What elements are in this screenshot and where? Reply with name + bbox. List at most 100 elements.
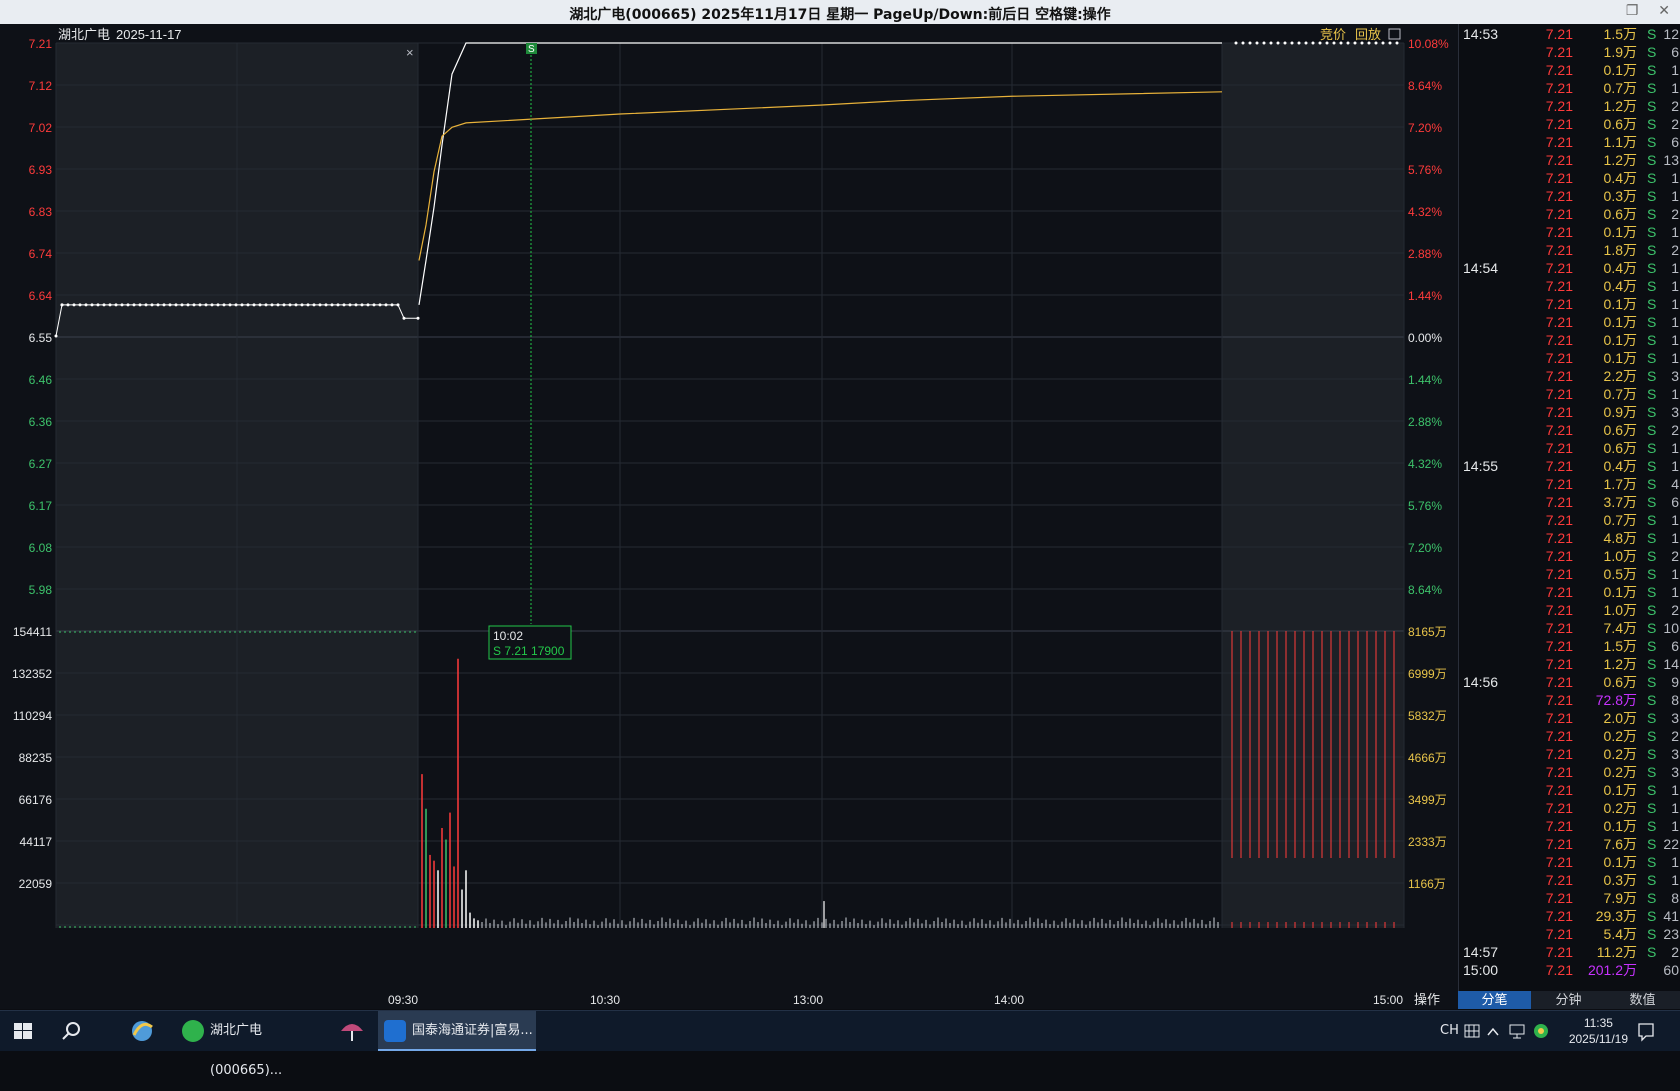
tick-price: 7.21 xyxy=(1545,674,1573,690)
window-title: 湖北广电(000665) 2025年11月17日 星期一 PageUp/Down… xyxy=(569,7,1111,23)
tick-price: 7.21 xyxy=(1545,656,1573,672)
price-axis-label: 6.17 xyxy=(29,499,53,513)
keyboard-icon[interactable] xyxy=(1464,1011,1480,1051)
tick-count: 2 xyxy=(1671,116,1679,132)
tick-price: 7.21 xyxy=(1545,134,1573,150)
tick-count: 9 xyxy=(1671,674,1679,690)
tick-volume: 0.9万 xyxy=(1603,404,1637,420)
premarket-point xyxy=(192,303,196,307)
tick-row: 7.21 29.3万 S 41 xyxy=(1459,907,1680,925)
notification-icon[interactable] xyxy=(1636,1011,1656,1051)
tick-volume: 1.2万 xyxy=(1603,152,1637,168)
tick-price: 7.21 xyxy=(1545,908,1573,924)
search-icon[interactable] xyxy=(60,1011,84,1051)
tick-price: 7.21 xyxy=(1545,404,1573,420)
premarket-point xyxy=(330,303,334,307)
tick-count: 6 xyxy=(1671,44,1679,60)
intraday-chart[interactable]: 7.21 7.12 7.02 6.93 6.83 6.74 6.64 6.55 6.46 6.36… xyxy=(0,24,1458,1009)
tick-row: 7.21 0.2万 S 1 xyxy=(1459,799,1680,817)
replay-button[interactable]: 回放 xyxy=(1355,27,1381,42)
tick-row: 7.21 3.7万 S 6 xyxy=(1459,493,1680,511)
tick-count: 1 xyxy=(1671,296,1679,312)
premarket-point xyxy=(132,303,136,307)
tab-tick[interactable]: 分笔 xyxy=(1458,991,1531,1009)
tick-price: 7.21 xyxy=(1545,530,1573,546)
tick-count: 1 xyxy=(1671,188,1679,204)
tick-price: 7.21 xyxy=(1545,170,1573,186)
pct-axis-label: 7.20% xyxy=(1408,541,1442,555)
premarket-point xyxy=(204,303,208,307)
clock-date: 2025/11/19 xyxy=(1568,1032,1628,1046)
volume-amount-label: 4666万 xyxy=(1408,751,1447,765)
taskbar: 湖北广电(000665)... 国泰海通证券|富易... CH 11:35 20… xyxy=(0,1010,1680,1078)
window-titlebar: 湖北广电(000665) 2025年11月17日 星期一 PageUp/Down… xyxy=(0,0,1680,25)
action-label[interactable]: 操作 xyxy=(1414,992,1440,1007)
premarket-point xyxy=(372,303,376,307)
tick-price: 7.21 xyxy=(1545,800,1573,816)
volume-axis-label: 154411 xyxy=(13,625,52,639)
tick-row: 7.21 0.7万 S 1 xyxy=(1459,385,1680,403)
tick-price: 7.21 xyxy=(1545,314,1573,330)
tick-row: 7.21 0.6万 S 1 xyxy=(1459,439,1680,457)
tick-price: 7.21 xyxy=(1545,944,1573,960)
volume-axis-label: 88235 xyxy=(19,751,53,765)
bid-button[interactable]: 竞价 xyxy=(1320,27,1346,42)
taskbar-app-stock[interactable]: 湖北广电(000665)... xyxy=(176,1011,324,1078)
closing-point xyxy=(1283,41,1287,45)
tick-volume: 1.0万 xyxy=(1603,602,1637,618)
window-controls: ❐ ✕ xyxy=(1610,2,1670,19)
tick-volume: 0.2万 xyxy=(1603,764,1637,780)
tick-row: 7.21 2.2万 S 3 xyxy=(1459,367,1680,385)
stock-name: 湖北广电 xyxy=(58,27,110,42)
tick-row: 7.21 0.1万 S 1 xyxy=(1459,331,1680,349)
tab-value[interactable]: 数值 xyxy=(1606,991,1679,1009)
closing-point xyxy=(1269,41,1273,45)
umbrella-app-icon[interactable] xyxy=(338,1011,366,1051)
tick-volume: 0.3万 xyxy=(1603,872,1637,888)
closing-point xyxy=(1381,41,1385,45)
chevron-up-icon[interactable] xyxy=(1486,1011,1500,1051)
network-icon[interactable] xyxy=(1508,1011,1526,1051)
tick-price: 7.21 xyxy=(1545,494,1573,510)
tick-volume: 0.1万 xyxy=(1603,350,1637,366)
restore-icon[interactable]: ❐ xyxy=(1626,2,1639,18)
premarket-point xyxy=(264,303,268,307)
tick-row: 7.21 1.7万 S 4 xyxy=(1459,475,1680,493)
tick-count: 1 xyxy=(1671,80,1679,96)
tick-count: 14 xyxy=(1663,656,1679,672)
tick-price: 7.21 xyxy=(1545,260,1573,276)
tick-row: 7.21 0.1万 S 1 xyxy=(1459,817,1680,835)
security-tray-icon[interactable] xyxy=(1532,1011,1550,1051)
clock-time: 11:35 xyxy=(1583,1016,1613,1030)
pinned-app-icon[interactable] xyxy=(128,1011,156,1051)
tick-price: 7.21 xyxy=(1545,620,1573,636)
close-premarket-icon[interactable]: × xyxy=(406,45,414,60)
premarket-point xyxy=(186,303,190,307)
tick-count: 1 xyxy=(1671,782,1679,798)
premarket-point xyxy=(336,303,340,307)
tab-minute[interactable]: 分钟 xyxy=(1532,991,1605,1009)
tick-volume: 1.5万 xyxy=(1603,26,1637,42)
close-icon[interactable]: ✕ xyxy=(1658,2,1670,18)
tick-price: 7.21 xyxy=(1545,296,1573,312)
tick-volume: 1.2万 xyxy=(1603,656,1637,672)
tick-row: 7.21 7.6万 S 22 xyxy=(1459,835,1680,853)
tick-count: 2 xyxy=(1671,728,1679,744)
tick-row: 7.21 0.1万 S 1 xyxy=(1459,295,1680,313)
tick-count: 8 xyxy=(1671,692,1679,708)
ime-indicator[interactable]: CH xyxy=(1440,1011,1459,1051)
trade-marker-label: S xyxy=(528,44,535,55)
premarket-point xyxy=(198,303,202,307)
premarket-point xyxy=(174,303,178,307)
taskbar-app-broker[interactable]: 国泰海通证券|富易... xyxy=(378,1011,536,1051)
tick-price: 7.21 xyxy=(1545,890,1573,906)
system-clock[interactable]: 11:35 2025/11/19 xyxy=(1569,1015,1628,1047)
tick-price: 7.21 xyxy=(1545,854,1573,870)
tick-price: 7.21 xyxy=(1545,548,1573,564)
premarket-point xyxy=(396,303,400,307)
tick-row: 7.21 0.7万 S 1 xyxy=(1459,79,1680,97)
tick-list[interactable]: 14:53 7.21 1.5万 S 12 7.21 1.9万 S 6 7.21 0.1万 S 1 7.21… xyxy=(1458,24,1680,1009)
closing-point xyxy=(1262,41,1266,45)
tick-price: 7.21 xyxy=(1545,62,1573,78)
start-icon[interactable] xyxy=(12,1011,34,1051)
